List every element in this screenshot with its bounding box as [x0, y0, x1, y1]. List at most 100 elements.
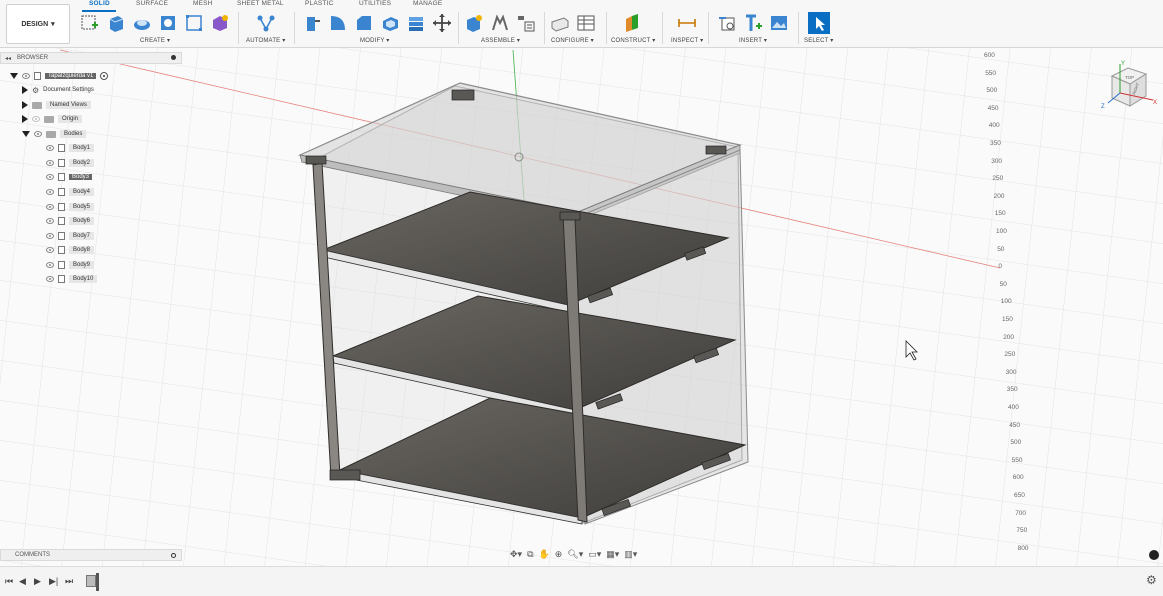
tab-solid[interactable]: SOLID [89, 0, 110, 7]
group-configure[interactable]: CONFIGURE ▾ [551, 37, 594, 44]
expand-icon[interactable] [10, 73, 18, 79]
fillet-icon[interactable] [328, 13, 348, 33]
help-chat-icon[interactable] [1149, 550, 1159, 560]
timeline-feature-body[interactable] [86, 575, 96, 587]
new-component-icon[interactable] [464, 13, 484, 33]
visibility-eye-icon[interactable] [46, 218, 54, 224]
viewcube[interactable]: TOP RIGHT Y X Z [1098, 58, 1158, 110]
grid-settings-icon[interactable]: ▦▾ [606, 549, 619, 560]
visibility-eye-icon[interactable] [34, 131, 42, 137]
go-to-start-icon[interactable]: ⏮ [5, 576, 13, 587]
group-inspect[interactable]: INSPECT ▾ [671, 37, 703, 44]
visibility-eye-icon[interactable] [46, 160, 54, 166]
go-to-end-icon[interactable]: ⏭ [65, 576, 73, 587]
combine-icon[interactable] [406, 13, 426, 33]
step-back-icon[interactable]: ◀ [19, 576, 26, 587]
panel-pin-icon[interactable] [171, 55, 176, 60]
play-icon[interactable]: ▶ [34, 576, 41, 587]
visibility-eye-icon[interactable] [46, 204, 54, 210]
body-row[interactable]: Body7 [46, 230, 95, 242]
tree-named-views[interactable]: Named Views [22, 99, 91, 111]
body-row[interactable]: Body2 [46, 157, 95, 169]
tab-manage[interactable]: MANAGE [413, 0, 442, 7]
timeline-marker[interactable] [96, 573, 99, 591]
fit-icon[interactable]: 🔍︎▾ [567, 549, 583, 560]
collapse-panel-icon[interactable]: ◂◂ [5, 55, 11, 62]
body-row[interactable]: Body8 [46, 244, 95, 256]
as-built-joint-icon[interactable] [516, 13, 536, 33]
insert-mesh-icon[interactable] [743, 13, 763, 33]
expand-icon[interactable] [22, 115, 28, 123]
visibility-eye-icon[interactable] [46, 189, 54, 195]
look-at-icon[interactable]: ⧉ [527, 549, 533, 560]
configure-icon[interactable] [550, 13, 570, 33]
chamfer-icon[interactable] [354, 13, 374, 33]
measure-icon[interactable] [677, 13, 697, 33]
orbit-icon[interactable]: ✥▾ [510, 549, 522, 560]
workspace-switcher[interactable]: DESIGN ▾ [6, 4, 70, 44]
comments-panel[interactable]: COMMENTS [0, 549, 182, 561]
timeline: ⏮ ◀ ▶ ▶︎| ⏭ ⚙ [0, 566, 1163, 596]
tab-plastic[interactable]: PLASTIC [305, 0, 334, 7]
visibility-eye-icon[interactable] [46, 262, 54, 268]
expand-icon[interactable] [22, 101, 28, 109]
extrude-icon[interactable] [106, 13, 126, 33]
body-row[interactable]: Body4 [46, 186, 95, 198]
expand-icon[interactable] [22, 86, 28, 94]
tab-mesh[interactable]: MESH [193, 0, 213, 7]
move-icon[interactable] [432, 13, 452, 33]
add-comment-icon[interactable] [171, 553, 176, 558]
group-create[interactable]: CREATE ▾ [140, 37, 170, 44]
tab-sheet-metal[interactable]: SHEET METAL [237, 0, 284, 7]
visibility-eye-icon[interactable] [22, 73, 30, 79]
visibility-eye-icon[interactable] [46, 247, 54, 253]
body-row[interactable]: Body10 [46, 273, 98, 285]
browser-header[interactable]: ◂◂ BROWSER [0, 52, 182, 64]
shell-icon[interactable] [380, 13, 400, 33]
tree-document-settings[interactable]: ⚙ Document Settings [22, 84, 94, 96]
step-forward-icon[interactable]: ▶︎| [49, 576, 58, 587]
hole-icon[interactable] [158, 13, 178, 33]
visibility-eye-icon[interactable] [46, 233, 54, 239]
body-row[interactable]: Body5 [46, 201, 95, 213]
group-modify[interactable]: MODIFY ▾ [360, 37, 390, 44]
group-select[interactable]: SELECT ▾ [804, 37, 834, 44]
tree-root[interactable]: Tapalzquierda v1 [10, 70, 109, 82]
pattern-icon[interactable] [184, 13, 204, 33]
timeline-settings-gear-icon[interactable]: ⚙ [1146, 573, 1157, 587]
body-row[interactable]: Body1 [46, 142, 95, 154]
body-row[interactable]: Body9 [46, 259, 95, 271]
expand-icon[interactable] [22, 131, 30, 137]
visibility-eye-icon[interactable] [46, 145, 54, 151]
revolve-icon[interactable] [132, 13, 152, 33]
configure-table-icon[interactable] [576, 13, 596, 33]
body-row-selected[interactable]: Body3 [46, 171, 93, 183]
create-sketch-icon[interactable] [80, 13, 100, 33]
form-icon[interactable] [210, 13, 230, 33]
tab-utilities[interactable]: UTILITIES [359, 0, 391, 7]
press-pull-icon[interactable] [302, 13, 322, 33]
joint-icon[interactable] [490, 13, 510, 33]
pan-icon[interactable]: ✋ [539, 549, 550, 560]
insert-image-icon[interactable] [769, 13, 789, 33]
visibility-eye-icon[interactable] [46, 174, 54, 180]
group-construct[interactable]: CONSTRUCT ▾ [611, 37, 655, 44]
offset-plane-icon[interactable] [622, 13, 642, 33]
visibility-eye-icon[interactable] [46, 276, 54, 282]
activate-radio-icon[interactable] [100, 72, 109, 80]
group-assemble[interactable]: ASSEMBLE ▾ [481, 37, 520, 44]
hidden-eye-icon[interactable] [32, 116, 40, 122]
group-insert[interactable]: INSERT ▾ [739, 37, 767, 44]
automate-icon[interactable] [256, 13, 276, 33]
insert-derive-icon[interactable] [717, 13, 737, 33]
body-row[interactable]: Body6 [46, 215, 95, 227]
tab-surface[interactable]: SURFACE [136, 0, 168, 7]
select-icon[interactable] [808, 12, 830, 34]
body-icon [58, 261, 65, 269]
tree-bodies[interactable]: Bodies [22, 128, 87, 140]
viewports-icon[interactable]: ▥▾ [624, 549, 637, 560]
zoom-icon[interactable]: ⊕ [555, 549, 563, 560]
tree-origin[interactable]: Origin [22, 113, 83, 125]
display-settings-icon[interactable]: ▭▾ [588, 549, 601, 560]
group-automate[interactable]: AUTOMATE ▾ [246, 37, 285, 44]
